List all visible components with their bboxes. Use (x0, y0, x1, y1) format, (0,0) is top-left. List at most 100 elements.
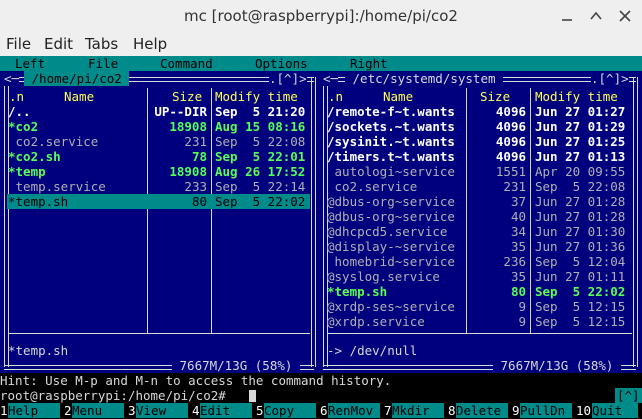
file-modified: Sep 5 12:04 (535, 254, 626, 269)
right-file-row[interactable]: /sysinit.~t.wants 4096 Jun 27 01:25 (326, 134, 632, 149)
right-panel-nav[interactable]: <─ (323, 71, 339, 86)
close-icon (619, 10, 631, 22)
window-titlebar: mc [root@raspberrypi]:/home/pi/co2 (0, 0, 642, 33)
mc-menu-command[interactable]: Command (160, 56, 213, 71)
left-header-modify[interactable]: Modify time (215, 89, 298, 104)
file-modified: Jun 27 01:27 (535, 104, 626, 119)
right-file-row[interactable]: autologi~service 1551 Apr 20 09:55 (326, 164, 632, 179)
right-file-row[interactable]: /timers.t~t.wants 4096 Jun 27 01:13 (326, 149, 632, 164)
file-size: 34 (510, 224, 526, 239)
terminal-menubar: File Edit Tabs Help (0, 32, 642, 56)
fkey-help[interactable]: 1 Help (0, 403, 64, 418)
mc-menu-file[interactable]: File (88, 56, 118, 71)
file-size: 40 (510, 209, 526, 224)
file-modified: Sep 5 22:02 (215, 194, 306, 209)
fkey-renmov[interactable]: 6 RenMov (320, 403, 384, 418)
file-name: *co2.sh (8, 149, 61, 164)
file-modified: Sep 5 22:08 (215, 134, 306, 149)
file-modified: Jun 27 01:11 (535, 269, 626, 284)
file-modified: Jun 27 01:30 (535, 224, 626, 239)
right-header-modify[interactable]: Modify time (535, 89, 618, 104)
file-name: @syslog.service (327, 269, 440, 284)
right-panel-path[interactable]: /etc/systemd/system (345, 71, 504, 86)
file-modified: Aug 26 17:52 (215, 164, 306, 179)
left-header-n[interactable]: .n (9, 89, 24, 104)
menu-edit[interactable]: Edit (44, 35, 73, 53)
file-modified: Jun 27 01:29 (535, 119, 626, 134)
file-modified: Jun 27 01:36 (535, 239, 626, 254)
mc-menu-options[interactable]: Options (255, 56, 308, 71)
window-title: mc [root@raspberrypi]:/home/pi/co2 (184, 7, 458, 25)
right-header-size[interactable]: Size (480, 89, 510, 104)
right-file-row[interactable]: @dbus-org~service 37 Jun 27 01:28 (326, 194, 632, 209)
right-file-row[interactable]: co2.service 231 Sep 5 22:08 (326, 179, 632, 194)
left-file-row[interactable]: *temp 18908 Aug 26 17:52 (7, 164, 310, 179)
file-size: UP--DIR (154, 104, 207, 119)
fkey-number: 6 (320, 403, 328, 418)
right-file-row[interactable]: @syslog.service 35 Jun 27 01:11 (326, 269, 632, 284)
right-file-row[interactable]: *temp.sh 80 Sep 5 22:02 (326, 284, 632, 299)
left-file-row[interactable]: /.. UP--DIR Sep 5 21:20 (7, 104, 310, 119)
left-file-row[interactable]: co2.service 231 Sep 5 22:08 (7, 134, 310, 149)
fkey-view[interactable]: 3 View (128, 403, 192, 418)
right-panel-corner[interactable]: .[^]> (591, 71, 629, 86)
fkey-pulldn[interactable]: 9 PullDn (512, 403, 576, 418)
file-name: /.. (8, 104, 31, 119)
fkey-number: 8 (448, 403, 456, 418)
left-disk-usage: 7667M/13G (58%) (172, 358, 300, 373)
file-name: @dbus-org~service (327, 209, 455, 224)
right-file-row[interactable]: @xrdp-ses~service 9 Sep 5 12:15 (326, 299, 632, 314)
left-file-row[interactable]: *co2 18908 Aug 15 08:16 (7, 119, 310, 134)
right-panel-status-divider (327, 333, 632, 334)
minimize-icon (562, 19, 572, 21)
left-panel-path[interactable]: /home/pi/co2 (24, 71, 130, 86)
fkey-label: PullDn (520, 403, 572, 418)
menu-tabs[interactable]: Tabs (85, 35, 118, 53)
right-file-row[interactable]: @xrdp.service 9 Sep 5 12:15 (326, 314, 632, 329)
right-file-row[interactable]: homebrid~service 236 Sep 5 12:04 (326, 254, 632, 269)
terminal[interactable]: Left File Command Options Right <─ /home… (0, 56, 642, 419)
left-file-row[interactable]: *temp.sh 80 Sep 5 22:02 (7, 194, 310, 209)
fkey-edit[interactable]: 4 Edit (192, 403, 256, 418)
left-file-row[interactable]: temp.service 233 Sep 5 22:14 (7, 179, 310, 194)
fkey-delete[interactable]: 8 Delete (448, 403, 512, 418)
close-button[interactable] (615, 6, 635, 26)
file-name: @xrdp.service (327, 314, 425, 329)
menu-file[interactable]: File (6, 35, 31, 53)
file-size: 37 (510, 194, 526, 209)
fkey-number: 7 (384, 403, 392, 418)
command-line[interactable]: root@raspberrypi:/home/pi/co2# [^] (0, 388, 642, 404)
left-header-name[interactable]: Name (64, 89, 94, 104)
right-file-row[interactable]: @dhcpcd5.service 34 Jun 27 01:30 (326, 224, 632, 239)
right-header-name[interactable]: Name (383, 89, 413, 104)
hint-corner[interactable]: [^] (615, 388, 642, 403)
file-name: @dhcpcd5.service (327, 224, 448, 239)
file-modified: Sep 5 22:02 (535, 284, 626, 299)
fkey-copy[interactable]: 5 Copy (256, 403, 320, 418)
menu-help[interactable]: Help (133, 35, 167, 53)
file-size: 9 (518, 299, 526, 314)
prompt-text: root@raspberrypi:/home/pi/co2# (0, 388, 234, 403)
left-header-size[interactable]: Size (172, 89, 202, 104)
right-file-row[interactable]: @dbus-org~service 40 Jun 27 01:28 (326, 209, 632, 224)
right-file-row[interactable]: /remote-f~t.wants 4096 Jun 27 01:27 (326, 104, 632, 119)
left-panel-corner[interactable]: .[^]> (269, 71, 307, 86)
left-file-row[interactable]: *co2.sh 78 Sep 5 22:01 (7, 149, 310, 164)
hint-text: Hint: Use M-p and M-n to access the comm… (0, 373, 392, 388)
file-modified: Aug 15 08:16 (215, 119, 306, 134)
fkey-number: 3 (128, 403, 136, 418)
mc-menu-left[interactable]: Left (15, 56, 45, 71)
maximize-icon (590, 11, 602, 20)
right-file-row[interactable]: /sockets.~t.wants 4096 Jun 27 01:29 (326, 119, 632, 134)
right-header-n[interactable]: .n (328, 89, 343, 104)
fkey-mkdir[interactable]: 7 Mkdir (384, 403, 448, 418)
maximize-button[interactable] (586, 6, 606, 26)
file-size: 9 (518, 314, 526, 329)
right-file-row[interactable]: @display-~service 35 Jun 27 01:36 (326, 239, 632, 254)
fkey-menu[interactable]: 2 Menu (64, 403, 128, 418)
left-panel-nav[interactable]: <─ (4, 71, 20, 86)
fkey-quit[interactable]: 10 Quit (576, 403, 642, 418)
mc-menu-right[interactable]: Right (350, 56, 388, 71)
minimize-button[interactable] (557, 6, 577, 26)
file-size: 78 (191, 149, 207, 164)
